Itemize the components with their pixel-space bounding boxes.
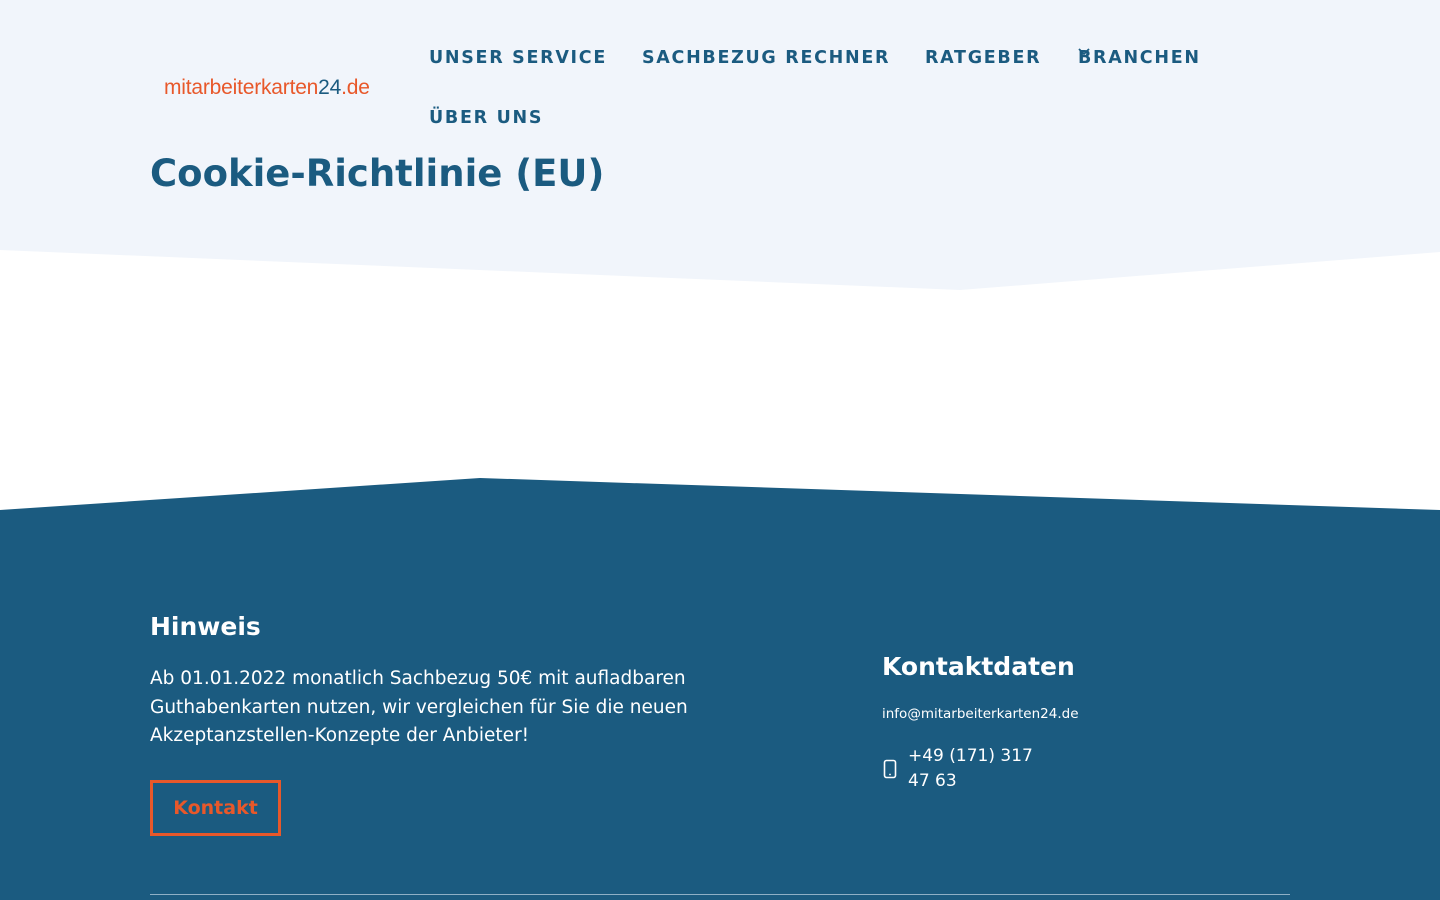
- mobile-phone-icon: [882, 758, 898, 780]
- nav-item-branchen-label: BRANCHEN: [1078, 48, 1201, 68]
- phone-row: +49 (171) 317 47 63: [882, 744, 1048, 794]
- phone-link[interactable]: +49 (171) 317 47 63: [908, 744, 1048, 794]
- nav-item-ueber-uns[interactable]: ÜBER UNS: [429, 108, 543, 128]
- logo-text-number: 24: [318, 76, 342, 99]
- logo-text-tld: .de: [341, 76, 370, 99]
- nav-item-sachbezug-rechner[interactable]: SACHBEZUG RECHNER: [642, 48, 890, 68]
- hinweis-text: Ab 01.01.2022 monatlich Sachbezug 50€ mi…: [150, 668, 688, 747]
- kontakt-button[interactable]: Kontakt: [150, 780, 281, 836]
- hero-background: [0, 0, 1440, 290]
- nav-item-branchen[interactable]: BRANCHEN: [1078, 48, 1215, 68]
- site-footer: Hinweis Ab 01.01.2022 monatlich Sachbezu…: [0, 478, 1440, 900]
- footer-divider: [150, 894, 1290, 895]
- nav-item-ratgeber[interactable]: RATGEBER: [925, 48, 1041, 68]
- hinweis-heading: Hinweis: [150, 612, 261, 641]
- site-logo[interactable]: mitarbeiterkarten24.de: [164, 76, 370, 100]
- nav-item-unser-service[interactable]: UNSER SERVICE: [429, 48, 607, 68]
- kontaktdaten-heading: Kontaktdaten: [882, 652, 1075, 681]
- page-title: Cookie-Richtlinie (EU): [150, 152, 605, 195]
- email-link[interactable]: info@mitarbeiterkarten24.de: [882, 706, 1079, 722]
- logo-text-main: mitarbeiterkarten: [164, 76, 319, 99]
- page-header: mitarbeiterkarten24.de UNSER SERVICE SAC…: [0, 0, 1440, 300]
